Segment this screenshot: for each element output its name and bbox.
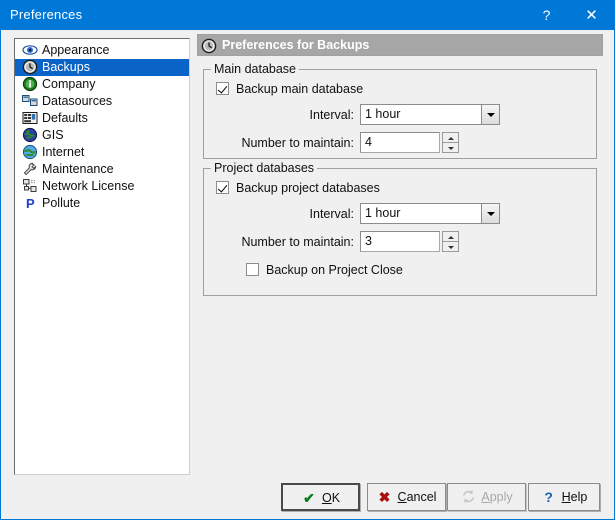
ok-button-label: OK [321,491,341,505]
svg-text:P: P [26,196,35,211]
check-icon: ✔ [303,490,315,506]
apply-button-label: Apply [481,490,513,504]
window-title: Preferences [10,7,83,22]
chevron-down-icon[interactable] [481,105,499,124]
refresh-icon [460,484,476,510]
main-maintain-stepper[interactable] [442,132,459,153]
sidebar-item-company[interactable]: Company [15,76,189,93]
project-databases-group: Project databases Backup project databas… [203,161,597,296]
help-button-label: Help [561,490,588,504]
apply-button: Apply [447,483,526,511]
clock-icon [201,38,217,54]
close-icon: ✕ [585,7,598,24]
project-interval-label: Interval: [309,207,354,221]
cancel-button[interactable]: ✖ Cancel [367,483,446,511]
project-maintain-label: Number to maintain: [241,235,354,249]
question-mark-icon: ? [542,7,551,23]
sidebar-item-label: Datasources [42,94,113,108]
project-interval-value: 1 hour [365,206,401,220]
sidebar-item-network-license[interactable]: Network License [15,178,189,195]
stepper-down-icon[interactable] [442,142,459,153]
grid-icon [22,110,38,126]
sidebar-item-backups[interactable]: Backups [15,59,189,76]
backup-main-database-checkbox[interactable]: Backup main database [216,82,363,96]
stepper-down-icon[interactable] [442,241,459,252]
sidebar-item-label: Network License [42,179,135,193]
sidebar-item-datasources[interactable]: Datasources [15,93,189,110]
sidebar-item-label: Appearance [42,43,110,57]
preferences-panel: Preferences for Backups Main database Ba… [197,34,603,474]
panel-header: Preferences for Backups [197,34,603,56]
checkbox-box [246,263,259,276]
sidebar-item-label: Backups [42,60,90,74]
checkbox-label: Backup project databases [236,181,380,195]
sidebar-item-label: Pollute [42,196,81,210]
project-maintain-input[interactable]: 3 [360,231,440,252]
clock-icon [22,59,38,75]
sidebar-item-pollute[interactable]: P Pollute [15,195,189,212]
ok-button[interactable]: ✔ OK [281,483,360,511]
sidebar-item-label: Company [42,77,96,91]
databases-icon [22,93,38,109]
checkbox-label: Backup main database [236,82,364,96]
sidebar-item-appearance[interactable]: Appearance [15,42,189,59]
main-database-legend: Main database [211,62,300,76]
sidebar-item-label: Defaults [42,111,88,125]
chevron-down-icon[interactable] [481,204,499,223]
category-listbox[interactable]: Appearance Backups Company Datasources D… [14,38,190,475]
sidebar-item-internet[interactable]: Internet [15,144,189,161]
wrench-icon [22,161,38,177]
checkbox-label: Backup on Project Close [266,263,403,277]
sidebar-item-label: GIS [42,128,64,142]
main-interval-combobox[interactable]: 1 hour [360,104,500,125]
backup-project-databases-checkbox[interactable]: Backup project databases [216,181,380,195]
checkbox-box [216,181,229,194]
globe-dark-icon [22,127,38,143]
sidebar-item-defaults[interactable]: Defaults [15,110,189,127]
sidebar-item-maintenance[interactable]: Maintenance [15,161,189,178]
sidebar-item-label: Maintenance [42,162,114,176]
x-icon: ✖ [378,489,391,505]
panel-title: Preferences for Backups [222,38,370,52]
main-maintain-value: 4 [365,135,372,149]
sidebar-item-label: Internet [42,145,85,159]
question-icon: ? [544,489,553,505]
main-maintain-label: Number to maintain: [241,136,354,150]
checkbox-box [216,82,229,95]
project-maintain-stepper[interactable] [442,231,459,252]
main-maintain-input[interactable]: 4 [360,132,440,153]
sidebar-item-gis[interactable]: GIS [15,127,189,144]
project-maintain-value: 3 [365,234,372,248]
help-button[interactable]: ? Help [528,483,600,511]
title-bar: Preferences ? ✕ [1,1,614,30]
cancel-button-label: Cancel [397,490,437,504]
main-interval-label: Interval: [309,108,354,122]
project-databases-legend: Project databases [211,161,318,175]
network-icon [22,178,38,194]
letter-p-icon: P [22,195,38,211]
info-circle-icon [22,76,38,92]
main-interval-value: 1 hour [365,107,401,121]
main-database-group: Main database Backup main database Inter… [203,62,597,159]
globe-green-icon [22,144,38,160]
backup-on-project-close-checkbox[interactable]: Backup on Project Close [246,263,403,277]
titlebar-close-button[interactable]: ✕ [569,1,614,30]
eye-icon [22,42,38,58]
titlebar-help-button[interactable]: ? [524,1,569,30]
preferences-dialog: Preferences ? ✕ Appearance Backups Compa… [0,0,615,520]
project-interval-combobox[interactable]: 1 hour [360,203,500,224]
